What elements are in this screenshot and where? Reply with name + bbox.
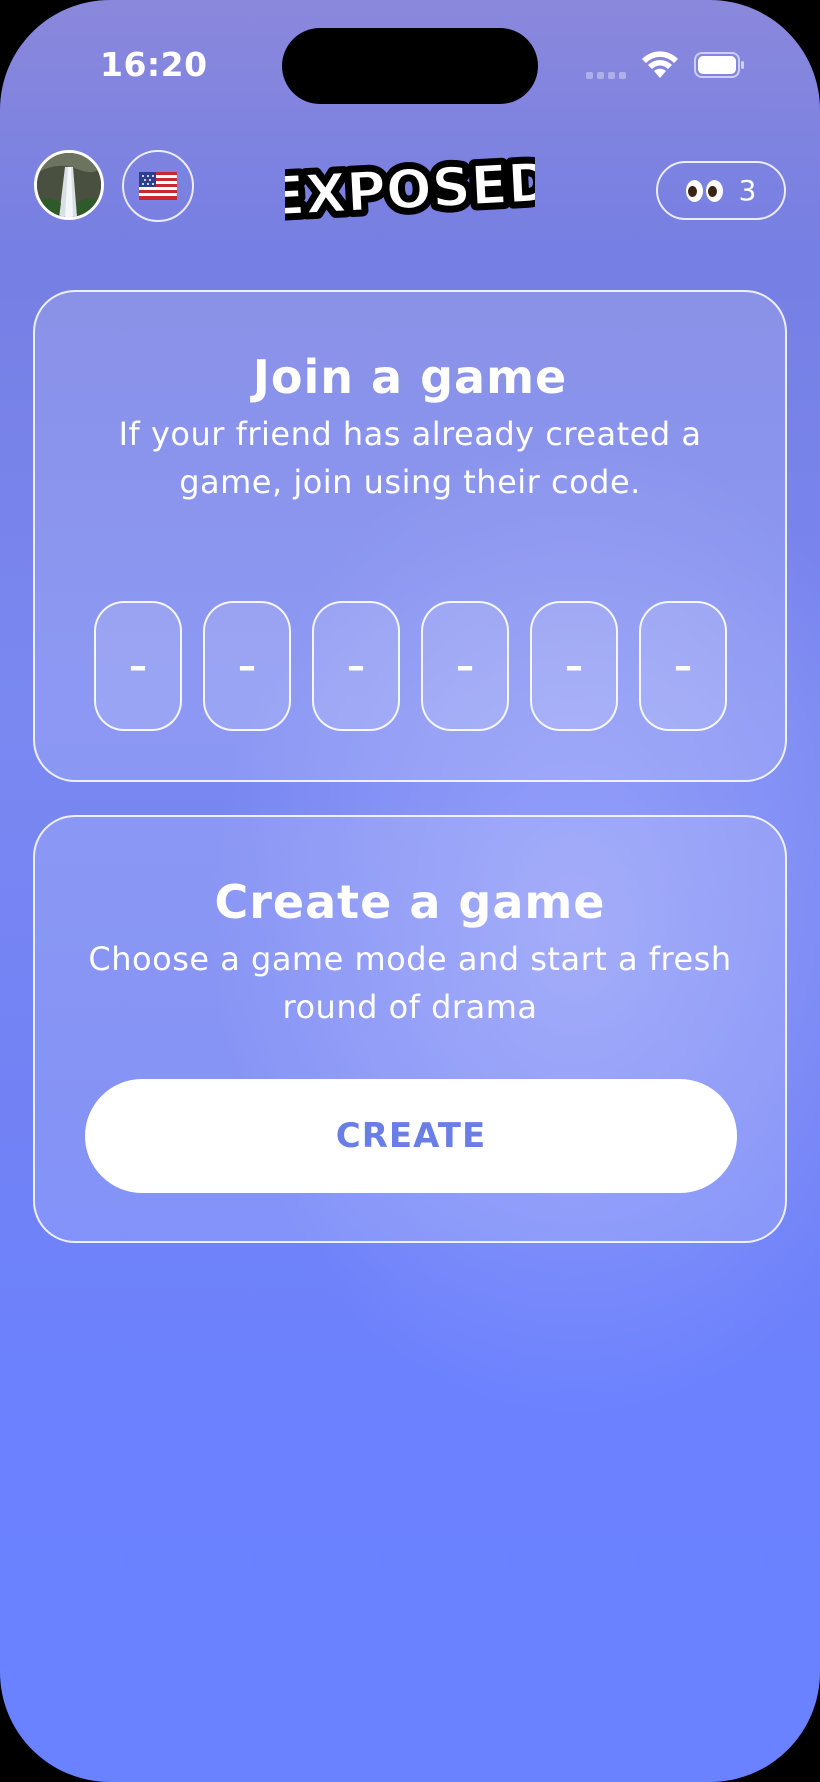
status-time: 16:20 [100, 45, 208, 84]
code-digit-input[interactable]: – [639, 601, 727, 731]
code-digit-input[interactable]: – [421, 601, 509, 731]
code-digit-input[interactable]: – [530, 601, 618, 731]
create-game-title: Create a game [214, 875, 606, 929]
create-game-description: Choose a game mode and start a fresh rou… [88, 940, 732, 1026]
wifi-icon [642, 51, 678, 78]
logo-text: EXPOSED [285, 151, 535, 228]
game-code-input[interactable]: – – – – – – [94, 601, 727, 731]
eyes-count: 3 [738, 174, 757, 207]
app-screen: 16:20 EXPOSED EXPOSED 3 Join a game If y… [0, 0, 820, 1782]
code-digit-input[interactable]: – [312, 601, 400, 731]
join-game-card: Join a game If your friend has already c… [33, 290, 787, 782]
exposed-logo: EXPOSED EXPOSED [285, 146, 535, 228]
battery-icon [694, 52, 744, 78]
profile-avatar[interactable] [34, 150, 104, 220]
join-game-description: If your friend has already created a gam… [118, 415, 702, 501]
language-flag-button[interactable] [122, 150, 194, 222]
code-digit-input[interactable]: – [94, 601, 182, 731]
eyes-counter-button[interactable]: 3 [656, 161, 786, 220]
waterfall-photo-icon [37, 153, 101, 217]
us-flag-icon [139, 172, 177, 200]
create-button[interactable]: CREATE [85, 1079, 737, 1193]
status-bar: 16:20 [0, 0, 820, 130]
create-game-card: Create a game Choose a game mode and sta… [33, 815, 787, 1243]
cellular-signal-icon [586, 72, 630, 80]
code-digit-input[interactable]: – [203, 601, 291, 731]
eyes-emoji-icon [685, 179, 723, 202]
dynamic-island [282, 28, 538, 104]
join-game-title: Join a game [252, 350, 568, 404]
